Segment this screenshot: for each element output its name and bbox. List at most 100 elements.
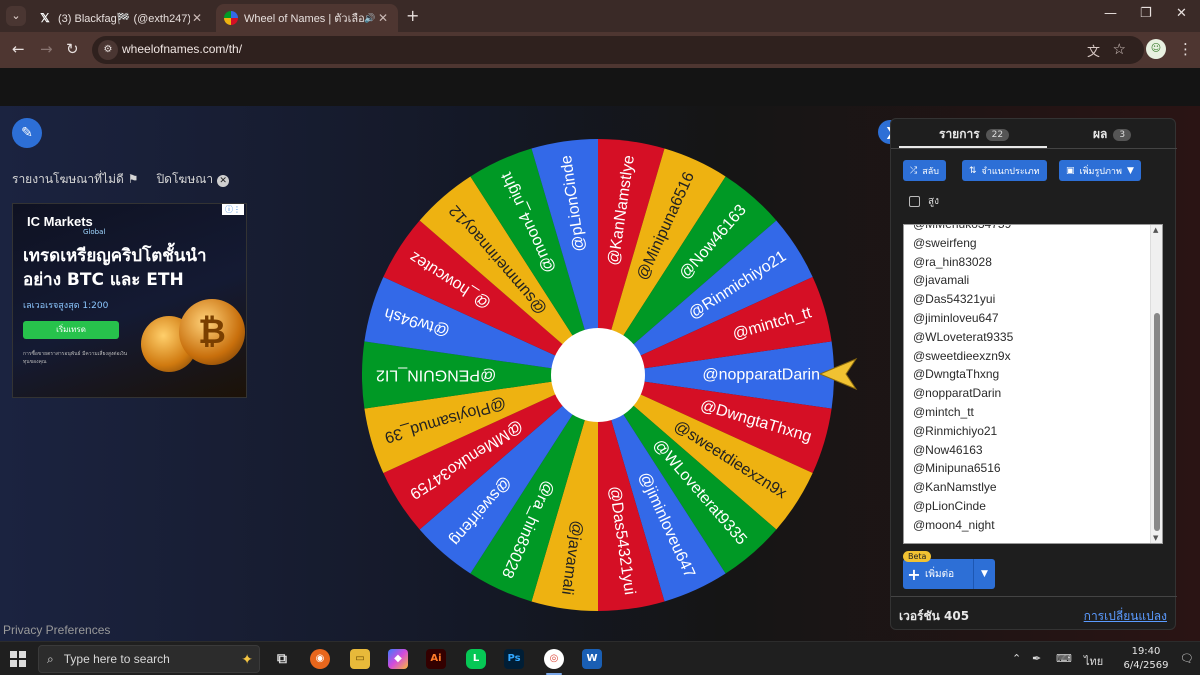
restore-icon[interactable]: ❐ <box>1140 6 1152 21</box>
add-more-dropdown-icon[interactable]: ▼ <box>973 559 995 589</box>
scroll-up-icon[interactable]: ▲ <box>1153 226 1158 234</box>
minimize-icon[interactable]: — <box>1104 6 1117 21</box>
add-image-label: เพิ่มรูปภาพ <box>1079 166 1122 177</box>
new-tab-button[interactable]: + <box>406 6 419 25</box>
wheel-segment-label: @nopparatDarin <box>702 367 820 384</box>
task-view-icon[interactable]: ⧉ <box>272 649 292 669</box>
browser-tab-x[interactable]: 𝕏 (3) Blackfag🏁 (@exth247) / X ✕ <box>30 4 212 32</box>
advanced-toggle[interactable]: สูง <box>909 194 939 209</box>
entry-line[interactable]: @sweetdieexzn9x <box>904 347 1150 366</box>
back-arrow-icon[interactable]: ← <box>12 40 25 58</box>
firefox-icon[interactable]: ◉ <box>310 649 330 669</box>
file-explorer-icon[interactable]: ▭ <box>350 649 370 669</box>
advanced-checkbox[interactable] <box>909 196 920 207</box>
entry-line[interactable]: @Rinmichiyo21 <box>904 422 1150 441</box>
pen-icon[interactable]: ✒ <box>1032 652 1041 665</box>
search-icon: ⌕ <box>47 651 54 666</box>
tab-entries[interactable]: รายการ 22 <box>939 125 1010 144</box>
entry-line[interactable]: @WLoveterat9335 <box>904 328 1150 347</box>
close-ad-link[interactable]: ปิดโฆษณา ✕ <box>157 170 230 189</box>
entry-line[interactable]: @Minipuna6516 <box>904 459 1150 478</box>
version-label: เวอร์ชัน 405 <box>899 609 970 623</box>
reload-icon[interactable]: ↻ <box>66 40 79 58</box>
ad-cta-button[interactable]: เริ่มเทรด <box>23 321 119 339</box>
entry-line[interactable]: @nopparatDarin <box>904 384 1150 403</box>
entry-line[interactable]: @KanNamstlye <box>904 478 1150 497</box>
wheel-center-hub[interactable] <box>551 328 645 422</box>
add-more-label: เพิ่มต่อ <box>925 568 955 580</box>
privacy-preferences-link[interactable]: Privacy Preferences <box>3 623 110 637</box>
photoshop-icon[interactable]: Ps <box>504 649 524 669</box>
keyboard-icon[interactable]: ⌨ <box>1056 652 1072 665</box>
speaker-icon[interactable]: 🔊 <box>364 13 376 24</box>
entry-line[interactable]: @Now46163 <box>904 441 1150 460</box>
sort-icon: ⇅ <box>969 165 977 176</box>
bookmark-star-icon[interactable]: ☆ <box>1113 40 1126 58</box>
tab-close-icon[interactable]: ✕ <box>190 11 204 25</box>
ad-banner[interactable]: IC Markets Global ⓘ⋮ เทรดเหรียญคริปโตชั้… <box>12 203 247 398</box>
add-more-button[interactable]: + เพิ่มต่อ ▼ <box>903 559 995 589</box>
wheel-pointer-icon <box>818 357 858 391</box>
flag-icon: ⚑ <box>127 172 139 186</box>
line-app-icon[interactable]: L <box>466 649 486 669</box>
adchoices-icon[interactable]: ⓘ⋮ <box>222 204 244 215</box>
entry-line[interactable]: @DwngtaThxng <box>904 365 1150 384</box>
tab-search-chevron-icon[interactable]: ⌄ <box>6 6 26 26</box>
edit-pencil-icon[interactable]: ✎ <box>12 118 42 148</box>
entry-line[interactable]: @javamali <box>904 271 1150 290</box>
add-image-button[interactable]: ▣ เพิ่มรูปภาพ ▼ <box>1059 160 1141 181</box>
scroll-thumb[interactable] <box>1154 313 1160 531</box>
tray-chevron-up-icon[interactable]: ⌃ <box>1012 652 1021 665</box>
sort-button[interactable]: ⇅ จำแนกประเภท <box>962 160 1047 181</box>
language-indicator[interactable]: ไทย <box>1084 652 1103 670</box>
clock-date: 6/4/2569 <box>1123 660 1169 671</box>
forward-arrow-icon[interactable]: → <box>40 40 53 58</box>
site-info-icon[interactable]: ⚙ <box>98 40 118 60</box>
entry-line[interactable]: @MMenuko34759 <box>904 225 1150 234</box>
ad-risk-text: การซื้อขายตราสารอนุพันธ์ มีความเสี่ยงสูง… <box>23 351 128 365</box>
panel-footer-divider <box>891 596 1177 597</box>
browser-tab-wheel-of-names[interactable]: Wheel of Names | ตัวเลือกที่จะ 🔊 ✕ <box>216 4 398 32</box>
wheel-svg[interactable]: @nopparatDarin@DwngtaThxng@sweetdieexzn9… <box>362 139 834 611</box>
url-text[interactable]: wheelofnames.com/th/ <box>122 42 242 56</box>
entries-scrollbar[interactable]: ▲ ▼ <box>1150 225 1162 543</box>
scroll-down-icon[interactable]: ▼ <box>1153 534 1158 542</box>
entry-line[interactable]: @jiminloveu647 <box>904 309 1150 328</box>
wheel-segment-label: @PENGUIN_LI2 <box>376 367 496 384</box>
tab-results-count: 3 <box>1113 128 1132 141</box>
report-ad-link[interactable]: รายงานโฆษณาที่ไม่ดี ⚑ <box>12 170 139 189</box>
copilot-icon[interactable]: ◆ <box>388 649 408 669</box>
windows-start-icon[interactable] <box>10 651 26 667</box>
close-circle-icon: ✕ <box>217 175 230 187</box>
shuffle-button[interactable]: ⤮ สลับ <box>903 160 946 181</box>
close-window-icon[interactable]: ✕ <box>1176 6 1187 21</box>
name-wheel[interactable]: @nopparatDarin @DwngtaThxng @sweetdieexzn9… <box>362 139 834 611</box>
entry-line[interactable]: @moon4_night <box>904 516 1150 535</box>
changes-link[interactable]: การเปลี่ยนแปลง <box>1084 607 1167 626</box>
chevron-down-icon: ▼ <box>1126 165 1134 176</box>
entry-line[interactable]: @sweirfeng <box>904 234 1150 253</box>
chrome-icon[interactable]: ◎ <box>544 649 564 669</box>
illustrator-icon[interactable]: Ai <box>426 649 446 669</box>
notification-icon[interactable]: 🗨 <box>1180 652 1194 665</box>
browser-menu-icon[interactable]: ⋮ <box>1178 40 1193 58</box>
tab-results[interactable]: ผล 3 <box>1093 125 1132 144</box>
tab-close-icon[interactable]: ✕ <box>376 11 390 25</box>
wheel-of-names-icon <box>224 11 238 25</box>
entry-line[interactable]: @pLionCinde <box>904 497 1150 516</box>
word-icon[interactable]: W <box>582 649 602 669</box>
entry-line[interactable]: @ra_hin83028 <box>904 253 1150 272</box>
profile-avatar-icon[interactable]: ☺ <box>1146 39 1166 59</box>
taskbar-clock[interactable]: 19:40 6/4/2569 <box>1116 645 1176 673</box>
entry-line[interactable]: @mintch_tt <box>904 403 1150 422</box>
bitcoin-coin-icon: ₿ <box>179 299 245 365</box>
translate-icon[interactable]: 文 <box>1087 41 1100 60</box>
shuffle-label: สลับ <box>922 166 939 177</box>
taskbar-search-box[interactable]: ⌕ Type here to search ✦ <box>38 645 260 673</box>
taskbar-search-placeholder: Type here to search <box>63 652 170 666</box>
address-bar[interactable]: ⚙ wheelofnames.com/th/ 文 ☆ <box>92 36 1144 64</box>
report-ad-label: รายงานโฆษณาที่ไม่ดี <box>12 172 124 186</box>
entry-line[interactable]: @Das54321yui <box>904 290 1150 309</box>
entries-textarea[interactable]: @MMenuko34759 @sweirfeng @ra_hin83028 @java… <box>903 224 1163 544</box>
beta-badge: Beta <box>903 551 932 562</box>
